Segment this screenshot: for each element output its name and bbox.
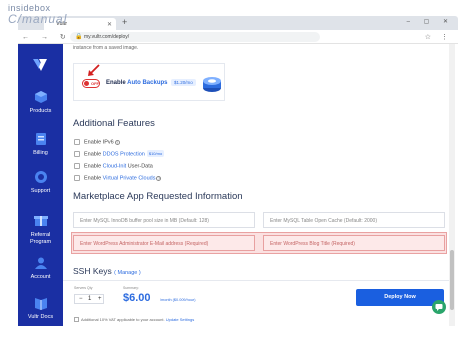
vat-notice: Additional 10% VAT applicable to your ac… bbox=[74, 317, 194, 323]
auto-backups-label: Enable Auto Backups bbox=[106, 80, 167, 86]
auto-backups-link[interactable]: Auto Backups bbox=[127, 80, 167, 86]
feature-text: User-Data bbox=[127, 163, 153, 170]
ddos-protection-link[interactable]: DDOS Protection bbox=[103, 151, 145, 157]
wp-admin-email-input[interactable]: Enter WordPress Administrator E-Mail add… bbox=[73, 235, 255, 251]
feature-ipv6[interactable]: Enable IPv6? bbox=[74, 139, 120, 145]
sidebar-item-products[interactable]: Products bbox=[18, 90, 63, 114]
sidebar-item-label: Vultr Docs bbox=[27, 314, 54, 320]
toggle-knob bbox=[84, 81, 89, 86]
wp-blog-title-input[interactable]: Enter WordPress Blog Title (Required) bbox=[263, 235, 445, 251]
sidebar-item-account[interactable]: Account bbox=[18, 256, 63, 280]
feature-vpc[interactable]: Enable Virtual Private Clouds? bbox=[74, 175, 162, 182]
window-controls[interactable]: – ▢ ✕ bbox=[407, 18, 454, 25]
sidebar-item-label: Products bbox=[29, 108, 52, 114]
feature-prefix: Enable bbox=[84, 175, 102, 182]
mysql-table-cache-input[interactable]: Enter MySQL Table Open Cache (Default: 2… bbox=[263, 212, 445, 228]
deploy-footer: Servers Qty − 1 + Summary: $6.00 /month … bbox=[63, 280, 449, 326]
feature-cloud-init[interactable]: Enable Cloud-Init User-Data bbox=[74, 163, 153, 169]
backup-disk-icon bbox=[203, 77, 221, 92]
feature-prefix: Enable bbox=[84, 139, 102, 146]
account-icon bbox=[34, 257, 47, 269]
sidebar-item-label: Referral Program bbox=[29, 232, 52, 246]
chat-bubble-icon bbox=[435, 304, 443, 311]
referral-icon bbox=[33, 216, 48, 227]
ddos-price-badge: $10/mo bbox=[146, 150, 165, 158]
sidebar-item-label: Billing bbox=[33, 150, 48, 156]
help-icon[interactable]: ? bbox=[114, 139, 120, 145]
red-arrow-icon bbox=[88, 64, 100, 76]
sidebar-item-billing[interactable]: Billing bbox=[18, 132, 63, 156]
feature-prefix: Enable bbox=[84, 151, 102, 158]
mysql-buffer-pool-input[interactable]: Enter MySQL InnoDB buffer pool size in M… bbox=[73, 212, 255, 228]
intro-text: instance from a saved image. bbox=[73, 45, 139, 51]
vpc-link[interactable]: Virtual Private Clouds bbox=[103, 175, 156, 181]
auto-backups-toggle[interactable]: OFF bbox=[82, 79, 100, 88]
new-tab-button[interactable]: + bbox=[122, 17, 127, 27]
url-field[interactable]: 🔒 my.vultr.com/deploy/ bbox=[70, 32, 320, 42]
summary-price: $6.00 bbox=[123, 292, 151, 304]
summary-per-period: /month ($0.009/hour) bbox=[160, 298, 196, 302]
docs-icon bbox=[34, 298, 47, 310]
sidebar-item-support[interactable]: Support bbox=[18, 170, 63, 194]
support-icon bbox=[34, 171, 47, 183]
toggle-state-text: OFF bbox=[91, 81, 99, 86]
lock-icon: 🔒 bbox=[75, 34, 83, 40]
vat-text: Additional 10% VAT applicable to your ac… bbox=[81, 317, 165, 322]
feature-ddos[interactable]: Enable DDOS Protection $10/mo bbox=[74, 150, 165, 158]
billing-icon bbox=[35, 133, 46, 145]
backups-price-badge: $1.20/mo bbox=[171, 79, 196, 86]
help-icon[interactable]: ? bbox=[156, 175, 162, 181]
qty-value: 1 bbox=[88, 296, 92, 302]
sidebar-item-referral[interactable]: Referral Program bbox=[18, 206, 63, 254]
sidebar-item-label: Support bbox=[30, 188, 51, 194]
servers-qty-label: Servers Qty bbox=[74, 286, 93, 290]
ssh-title-text: SSH Keys bbox=[73, 266, 112, 276]
browser-tabbar: Vultr ✕ + – ▢ ✕ bbox=[18, 16, 458, 30]
ssh-manage-link[interactable]: ( Manage ) bbox=[114, 270, 141, 276]
browser-tools[interactable]: ☆ ⋮ bbox=[425, 33, 452, 41]
watermark-line2: C/manual bbox=[8, 12, 68, 26]
qty-plus-button[interactable]: + bbox=[98, 296, 102, 302]
cloud-init-link[interactable]: Cloud-Init bbox=[103, 163, 127, 169]
checkbox-vpc[interactable] bbox=[74, 175, 80, 181]
screenshot-frame: insidebox C/manual Vultr ✕ + – ▢ ✕ ← → ↻… bbox=[0, 0, 474, 345]
checkbox-cloud-init[interactable] bbox=[74, 163, 80, 169]
backups-label-prefix: Enable bbox=[106, 80, 126, 86]
feature-text: IPv6 bbox=[102, 139, 114, 146]
sidebar: Products Billing Support Referral Progra… bbox=[18, 44, 63, 326]
tab-close-icon[interactable]: ✕ bbox=[107, 21, 112, 28]
vat-checkbox[interactable] bbox=[74, 317, 79, 323]
vultr-logo-icon[interactable] bbox=[32, 58, 48, 72]
update-settings-link[interactable]: Update Settings bbox=[166, 317, 194, 322]
sidebar-item-docs[interactable]: Vultr Docs bbox=[18, 296, 63, 320]
feature-prefix: Enable bbox=[84, 163, 102, 170]
marketplace-title: Marketplace App Requested Information bbox=[73, 191, 243, 202]
watermark-logo: insidebox C/manual bbox=[8, 4, 68, 26]
qty-minus-button[interactable]: − bbox=[79, 296, 83, 302]
auto-backups-card[interactable]: OFF Enable Auto Backups $1.20/mo bbox=[73, 63, 225, 101]
additional-features-title: Additional Features bbox=[73, 118, 155, 129]
chat-button[interactable] bbox=[432, 300, 446, 314]
nav-buttons[interactable]: ← → ↻ bbox=[22, 33, 71, 41]
summary-label: Summary: bbox=[123, 286, 139, 290]
scrollbar[interactable] bbox=[449, 44, 455, 326]
ssh-keys-title: SSH Keys ( Manage ) bbox=[73, 266, 141, 276]
sidebar-item-label: Account bbox=[30, 274, 51, 280]
scrollbar-thumb[interactable] bbox=[450, 250, 454, 310]
url-text: my.vultr.com/deploy/ bbox=[84, 34, 130, 40]
checkbox-ddos[interactable] bbox=[74, 151, 80, 157]
checkbox-ipv6[interactable] bbox=[74, 139, 80, 145]
quantity-stepper[interactable]: − 1 + bbox=[74, 294, 104, 304]
address-bar-row: ← → ↻ 🔒 my.vultr.com/deploy/ ☆ ⋮ bbox=[18, 30, 458, 44]
deploy-now-button[interactable]: Deploy Now bbox=[356, 289, 444, 306]
cube-icon bbox=[34, 91, 47, 103]
main-content: instance from a saved image. OFF Enable … bbox=[63, 44, 455, 326]
